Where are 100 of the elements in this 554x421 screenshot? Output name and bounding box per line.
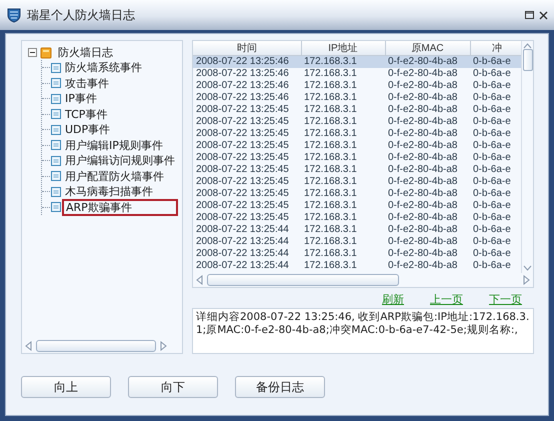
table-cell-text: 172.168.3.1 [303, 140, 358, 152]
scroll-thumb[interactable] [522, 49, 532, 71]
table-cell-text: 2008-07-22 13:25:45 [195, 116, 290, 128]
tree-root-label[interactable]: 防火墙日志 [55, 45, 116, 60]
right-arrow-icon[interactable] [160, 341, 167, 351]
vertical-scrollbar[interactable] [521, 41, 533, 273]
scroll-thumb[interactable] [36, 340, 156, 352]
tree-item[interactable]: TCP事件 [62, 106, 110, 122]
table-cell-text: 0-b-6a-e [472, 164, 512, 176]
left-arrow-icon[interactable] [196, 275, 203, 285]
table-cell-text: 0-f-e2-80-4b-a8 [387, 128, 458, 140]
table-cell: 0-f-e2-80-4b-a8 [385, 56, 470, 68]
document-icon [50, 201, 62, 214]
table-cell: 0-b-6a-e [470, 56, 521, 68]
collapse-icon[interactable] [28, 48, 37, 57]
table-cell-text: 0-f-e2-80-4b-a8 [387, 176, 458, 188]
shield-icon [6, 7, 22, 23]
table-cell-text: 172.168.3.1 [303, 236, 358, 248]
table-cell-text: 172.168.3.1 [303, 260, 358, 272]
table-cell-text: 2008-07-22 13:25:45 [195, 176, 290, 188]
table-cell-text: 0-b-6a-e [472, 116, 512, 128]
document-icon [50, 92, 62, 105]
detail-text: 详细内容2008-07-22 13:25:46, 收到ARP欺骗包:IP地址:172.168.3.1;原MAC:0-f-e2-80-4b-a8;冲突MAC:0-b-6a-e7-42-5e;规则名称:, [192, 308, 534, 354]
document-icon [50, 170, 62, 182]
table-cell-text: 0-b-6a-e [472, 248, 512, 260]
action-button[interactable]: 向下 [128, 376, 218, 398]
table-cell-text: 0-b-6a-e [472, 260, 512, 272]
column-header[interactable]: 冲 [470, 41, 521, 56]
table-cell: 0-f-e2-80-4b-a8 [385, 68, 470, 80]
table-cell-text: 0-f-e2-80-4b-a8 [387, 224, 458, 236]
pager-link[interactable]: 下一页 [489, 292, 522, 308]
pager-link[interactable]: 上一页 [430, 292, 463, 308]
table-cell-text: 2008-07-22 13:25:45 [195, 164, 290, 176]
table-cell-text: 0-f-e2-80-4b-a8 [387, 104, 458, 116]
table-cell-text: 0-b-6a-e [472, 200, 512, 212]
table-cell-text: 2008-07-22 13:25:45 [195, 188, 290, 200]
table-cell-text: 0-f-e2-80-4b-a8 [387, 188, 458, 200]
table-cell-text: 172.168.3.1 [303, 152, 358, 164]
table-cell-text: 0-b-6a-e [472, 236, 512, 248]
table-cell-text: 172.168.3.1 [303, 92, 358, 104]
tree-item[interactable]: 防火墙系统事件 [62, 60, 145, 76]
tree-item[interactable]: 用户配置防火墙事件 [62, 168, 167, 184]
table-cell-text: 172.168.3.1 [303, 224, 358, 236]
table-cell-text: 2008-07-22 13:25:46 [195, 92, 290, 104]
table-cell-text: 0-b-6a-e [472, 224, 512, 236]
table-cell: 2008-07-22 13:25:46 [193, 56, 301, 68]
table-cell-text: 2008-07-22 13:25:45 [195, 152, 290, 164]
table-cell-text: 172.168.3.1 [303, 248, 358, 260]
tree-item[interactable]: 用户编辑访问规则事件 [62, 153, 178, 168]
table-cell-text: 172.168.3.1 [303, 188, 358, 200]
table-cell-text: 0-f-e2-80-4b-a8 [387, 80, 458, 92]
tree-item[interactable]: 攻击事件 [62, 76, 112, 91]
selected-row[interactable]: 2008-07-22 13:25:46 172.168.3.1 0-f-e2-80-4b-a8 0-b-6a-e [193, 56, 521, 68]
table-cell-text: 0-f-e2-80-4b-a8 [387, 116, 458, 128]
table-cell-text: 0-b-6a-e [472, 80, 512, 92]
close-icon[interactable] [539, 10, 548, 20]
table-cell-text: 0-b-6a-e [472, 128, 512, 140]
table-cell-text: 2008-07-22 13:25:44 [195, 236, 290, 248]
column-header[interactable]: 原MAC [385, 41, 470, 56]
column-header[interactable]: IP地址 [301, 41, 385, 56]
tree-item[interactable]: ARP欺骗事件 [62, 198, 178, 216]
scroll-thumb[interactable] [207, 274, 399, 286]
pager-link[interactable]: 刷新 [382, 292, 404, 308]
document-icon [50, 154, 62, 167]
table-cell-text: 0-f-e2-80-4b-a8 [387, 260, 458, 272]
column-header[interactable]: 时间 [193, 41, 301, 56]
table-cell-text: 0-b-6a-e [472, 176, 512, 188]
table-cell-text: 0-b-6a-e [472, 104, 512, 116]
tree-item[interactable]: 用户编辑IP规则事件 [62, 138, 166, 153]
document-icon [50, 108, 62, 120]
maximize-icon[interactable] [525, 11, 534, 19]
right-arrow-icon[interactable] [523, 275, 530, 285]
table-cell-text: 172.168.3.1 [303, 104, 358, 116]
table-cell-text: 172.168.3.1 [303, 212, 358, 224]
document-icon [50, 124, 62, 136]
table-cell-text: 172.168.3.1 [303, 116, 358, 128]
table-cell-text: 0-f-e2-80-4b-a8 [387, 212, 458, 224]
tree-item[interactable]: IP事件 [62, 91, 100, 106]
table-cell: 172.168.3.1 [301, 68, 385, 80]
table-cell-text: 2008-07-22 13:25:45 [195, 200, 290, 212]
action-button[interactable]: 向上 [21, 376, 111, 398]
table-cell-text: 2008-07-22 13:25:44 [195, 260, 290, 272]
table-cell-text: 2008-07-22 13:25:45 [195, 128, 290, 140]
document-icon [50, 62, 62, 74]
tree-item[interactable]: 木马病毒扫描事件 [62, 184, 156, 200]
table-cell-text: 0-b-6a-e [472, 152, 512, 164]
left-arrow-icon[interactable] [25, 341, 32, 351]
table-cell-text: 0-f-e2-80-4b-a8 [387, 140, 458, 152]
table-cell: 0-b-6a-e [470, 68, 521, 80]
window-title: 瑞星个人防火墙日志 [27, 6, 136, 24]
tree-item[interactable]: UDP事件 [62, 122, 114, 138]
table-cell-text: 172.168.3.1 [303, 200, 358, 212]
table-cell-text: 172.168.3.1 [303, 128, 358, 140]
table-cell-text: 2008-07-22 13:25:44 [195, 248, 290, 260]
table-cell: 172.168.3.1 [301, 56, 385, 68]
table-cell-text: 0-f-e2-80-4b-a8 [387, 164, 458, 176]
action-button[interactable]: 备份日志 [235, 376, 325, 398]
table-cell-text: 172.168.3.1 [303, 176, 358, 188]
table-cell-text: 0-b-6a-e [472, 212, 512, 224]
table-cell-text: 172.168.3.1 [303, 80, 358, 92]
